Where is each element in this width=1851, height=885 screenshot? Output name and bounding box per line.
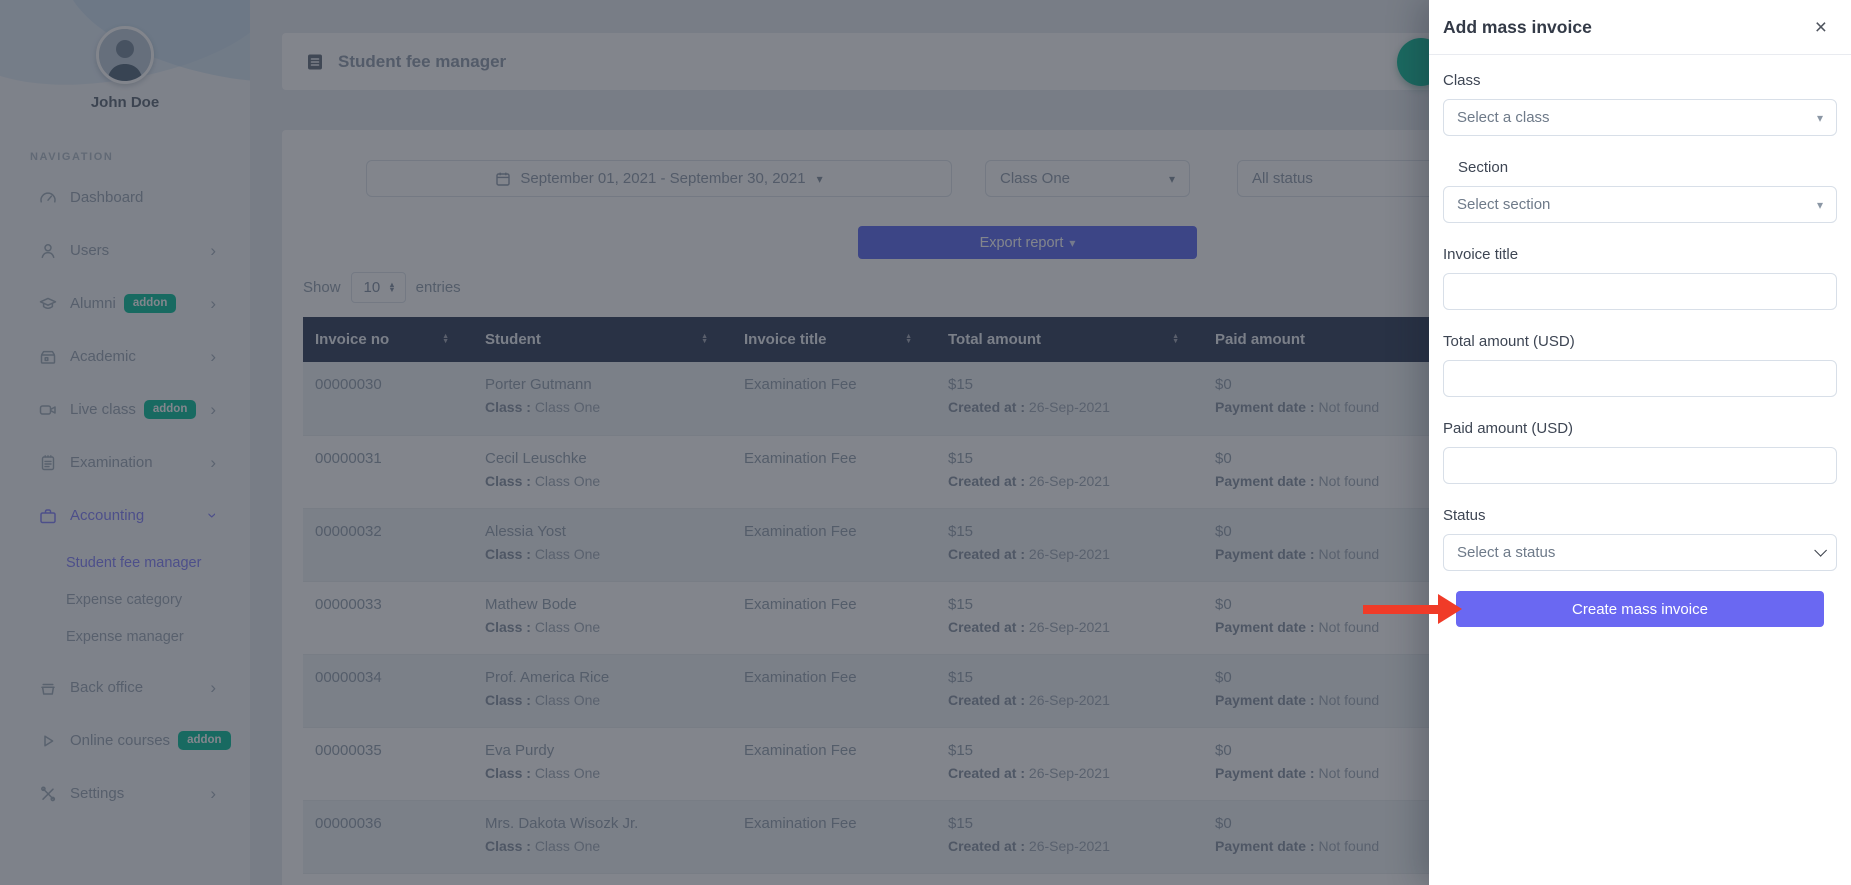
section-select[interactable]: Select section <box>1443 186 1837 223</box>
status-select[interactable]: Select a status <box>1443 534 1837 571</box>
caret-down-icon <box>1817 111 1823 125</box>
close-icon[interactable]: × <box>1815 17 1827 38</box>
paid-amount-input[interactable] <box>1443 447 1837 484</box>
modal-title: Add mass invoice <box>1443 16 1592 37</box>
total-amount-field-label: Total amount (USD) <box>1443 333 1575 350</box>
class-select-value: Select a class <box>1457 109 1550 126</box>
total-amount-input[interactable] <box>1443 360 1837 397</box>
class-field-label: Class <box>1443 72 1481 89</box>
invoice-title-input[interactable] <box>1443 273 1837 310</box>
create-mass-invoice-button[interactable]: Create mass invoice <box>1456 591 1824 627</box>
app-root: John Doe NAVIGATION Dashboard Users › Al… <box>0 0 1851 885</box>
status-select-value: Select a status <box>1457 544 1556 561</box>
paid-amount-field-label: Paid amount (USD) <box>1443 420 1574 437</box>
section-field-label: Section <box>1458 159 1509 176</box>
chevron-down-icon <box>1814 544 1827 557</box>
class-select[interactable]: Select a class <box>1443 99 1837 136</box>
status-field-label: Status <box>1443 507 1486 524</box>
modal-body: Class Select a class Section Select sect… <box>1429 55 1851 627</box>
annotation-arrow <box>1363 605 1440 614</box>
modal-header: Add mass invoice × <box>1429 0 1851 55</box>
invoice-title-field-label: Invoice title <box>1443 246 1519 263</box>
caret-down-icon <box>1817 198 1823 212</box>
add-mass-invoice-modal: Add mass invoice × Class Select a class … <box>1429 0 1851 885</box>
annotation-arrow-head <box>1438 594 1462 624</box>
section-select-value: Select section <box>1457 196 1551 213</box>
